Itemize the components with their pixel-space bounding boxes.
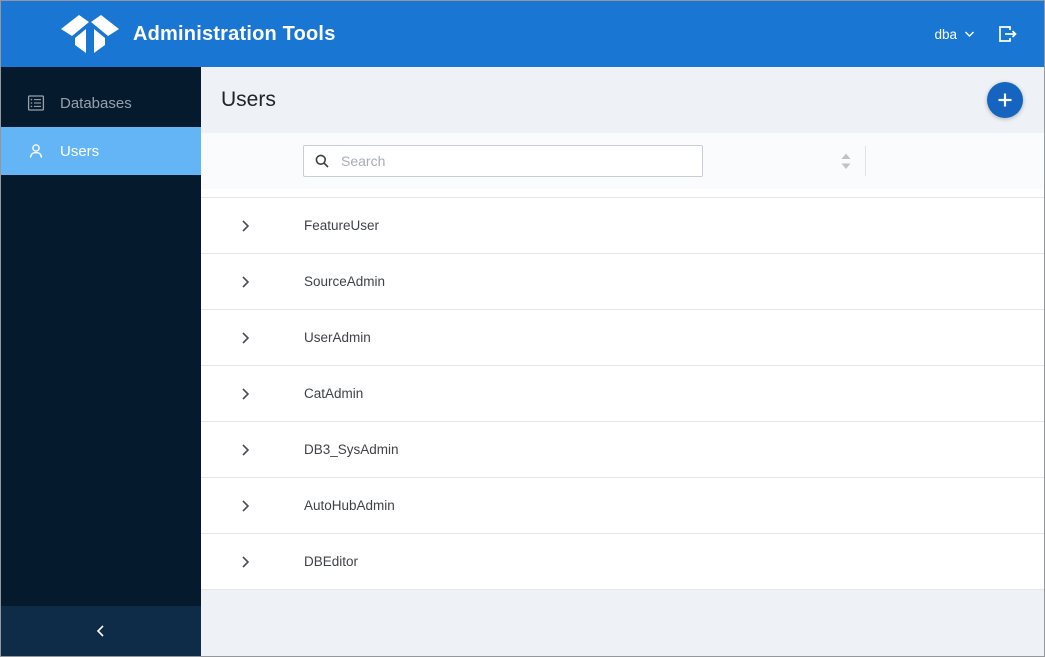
users-list: FeatureUser SourceAdmin UserAdmin CatAdm… <box>201 189 1044 590</box>
add-user-button[interactable] <box>987 82 1023 118</box>
plus-icon <box>996 91 1014 109</box>
search-input[interactable] <box>339 152 692 170</box>
page-header: Users <box>201 67 1044 133</box>
databases-icon <box>27 94 45 112</box>
chevron-right-icon[interactable] <box>237 554 253 570</box>
teradata-logo <box>59 12 121 56</box>
chevron-right-icon[interactable] <box>237 498 253 514</box>
user-row[interactable]: UserAdmin <box>201 309 1044 365</box>
app-window: Administration Tools dba Databases Users… <box>0 0 1045 657</box>
user-menu-label: dba <box>934 26 957 42</box>
search-box <box>303 145 703 177</box>
topbar-actions: dba <box>934 22 1020 46</box>
sidebar-item-label: Users <box>60 142 100 160</box>
user-row[interactable]: FeatureUser <box>201 197 1044 253</box>
user-row[interactable]: SourceAdmin <box>201 253 1044 309</box>
chevron-right-icon[interactable] <box>237 386 253 402</box>
main-layout: Databases Users Users Search FeatureUser… <box>1 67 1044 656</box>
toolbar-divider <box>865 146 866 176</box>
user-row[interactable]: CatAdmin <box>201 365 1044 421</box>
sort-button[interactable] <box>840 149 852 174</box>
users-icon <box>27 142 45 160</box>
chevron-right-icon[interactable] <box>237 330 253 346</box>
user-name: UserAdmin <box>304 330 371 345</box>
user-name: CatAdmin <box>304 386 364 401</box>
user-row[interactable]: AutoHubAdmin <box>201 477 1044 533</box>
chevron-right-icon[interactable] <box>237 442 253 458</box>
sidebar-item-users[interactable]: Users <box>1 127 201 175</box>
user-row[interactable]: DB3_SysAdmin <box>201 421 1044 477</box>
user-name: DBEditor <box>304 554 359 569</box>
user-menu-button[interactable]: dba <box>934 27 975 42</box>
topbar: Administration Tools dba <box>1 1 1044 67</box>
user-name: SourceAdmin <box>304 274 386 289</box>
chevron-down-icon <box>964 30 975 38</box>
content-area: Users Search FeatureUser SourceAdmin Use… <box>201 67 1044 656</box>
user-row[interactable]: DBEditor <box>201 533 1044 589</box>
sidebar-item-label: Databases <box>60 94 132 112</box>
app-title: Administration Tools <box>133 22 336 45</box>
logout-button[interactable] <box>995 22 1020 46</box>
sidebar-item-databases[interactable]: Databases <box>1 79 201 127</box>
page-title: Users <box>221 88 276 111</box>
user-name: FeatureUser <box>304 218 380 233</box>
list-toolbar <box>201 133 1044 189</box>
search-icon <box>314 153 330 169</box>
sidebar-nav: Databases Users <box>1 67 201 606</box>
user-name: AutoHubAdmin <box>304 498 395 513</box>
sort-icon <box>840 153 852 170</box>
user-name: DB3_SysAdmin <box>304 442 399 457</box>
sidebar: Databases Users <box>1 67 201 656</box>
sidebar-collapse-button[interactable] <box>1 606 201 656</box>
chevron-right-icon[interactable] <box>237 274 253 290</box>
chevron-left-icon <box>93 623 109 639</box>
chevron-right-icon[interactable] <box>237 218 253 234</box>
logout-icon <box>995 22 1020 46</box>
